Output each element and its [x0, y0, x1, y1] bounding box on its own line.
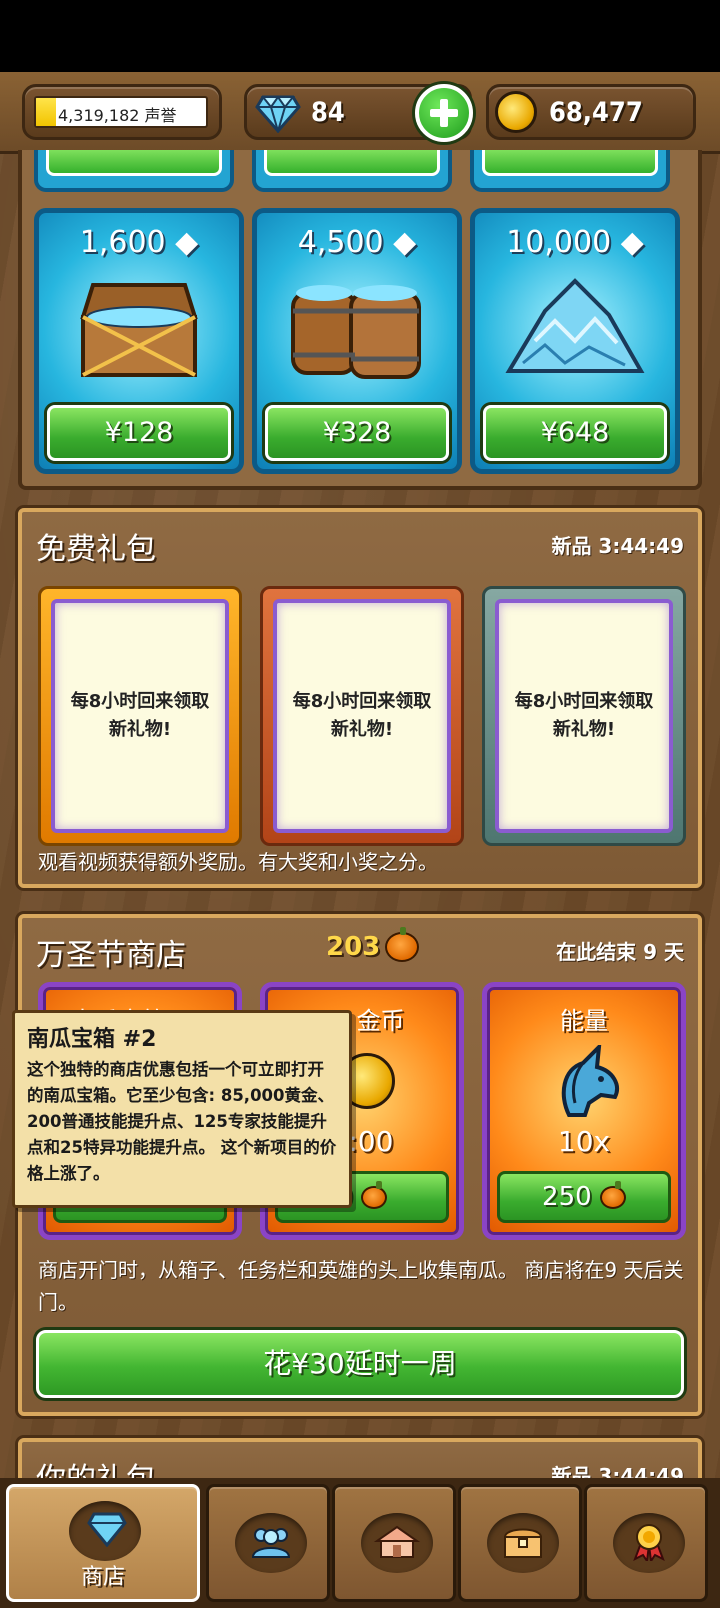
add-gems-button[interactable]: [415, 84, 473, 142]
reputation-fill: [36, 98, 57, 126]
gem-pack-4500[interactable]: 4,500 ◆ ¥328: [252, 208, 462, 474]
bottom-nav: 商店: [0, 1478, 720, 1608]
free-gifts-description: 观看视频获得额外奖励。有大奖和小奖之分。: [38, 850, 438, 874]
halloween-item-energy[interactable]: 能量 10x 250: [482, 982, 686, 1240]
status-bar: [0, 0, 720, 72]
gem-pack-partial-3[interactable]: [470, 150, 670, 192]
gem-icon: [87, 1512, 127, 1547]
gem-icon: ◆: [393, 225, 417, 260]
free-gifts-timer: 新品 3:44:49: [551, 534, 684, 558]
treasure-chest-icon: [80, 283, 198, 377]
gem-pack-partial-price-3[interactable]: [482, 150, 658, 176]
buy-gem-pack-1600-button[interactable]: ¥128: [47, 405, 231, 461]
town-icon: [373, 1525, 421, 1558]
buy-gem-pack-10000-button[interactable]: ¥648: [483, 405, 667, 461]
gem-pack-10000[interactable]: 10,000 ◆ ¥648: [470, 208, 680, 474]
reputation-pill[interactable]: 4,319,182 声誉: [22, 84, 222, 140]
tab-chest[interactable]: [458, 1484, 582, 1602]
reputation-label: 4,319,182 声誉: [58, 106, 177, 125]
tooltip-body: 这个独特的商店优惠包括一个可立即打开的南瓜宝箱。它至少包含: 85,000黄金、…: [27, 1060, 337, 1183]
currency-bar: 4,319,182 声誉 84 68,477: [0, 72, 720, 154]
tab-shop-label: 商店: [80, 1565, 125, 1590]
free-gift-card-3[interactable]: 每8小时回来领取新礼物!: [482, 586, 686, 846]
free-gifts-panel: 免费礼包 新品 3:44:49 每8小时回来领取新礼物! 每8小时回来领取新礼物…: [18, 508, 702, 888]
medal-icon: [633, 1524, 665, 1561]
gem-pack-partial-2[interactable]: [252, 150, 452, 192]
gold-coin-icon: [495, 91, 537, 133]
pumpkin-icon: [361, 1181, 388, 1209]
buy-gem-pack-4500-button[interactable]: ¥328: [265, 405, 449, 461]
extend-shop-button[interactable]: 花¥30延时一周: [36, 1330, 684, 1398]
halloween-shop-description: 商店开门时，从箱子、任务栏和英雄的头上收集南瓜。 商店将在9 天后关门。: [38, 1258, 684, 1314]
free-gift-card-text: 每8小时回来领取新礼物!: [51, 599, 229, 833]
gem-pack-amount: 4,500 ◆: [257, 225, 457, 260]
tab-heroes[interactable]: [206, 1484, 330, 1602]
free-gift-card-1[interactable]: 每8小时回来领取新礼物!: [38, 586, 242, 846]
gold-count: 68,477: [549, 97, 643, 128]
free-gift-card-2[interactable]: 每8小时回来领取新礼物!: [260, 586, 464, 846]
free-gift-card-text: 每8小时回来领取新礼物!: [273, 599, 451, 833]
tooltip-title: 南瓜宝箱 #2: [27, 1027, 157, 1052]
gem-icon: [255, 95, 301, 133]
heroes-icon: [251, 1528, 291, 1558]
gem-pack-partial-price-2[interactable]: [264, 150, 440, 176]
gem-pack-amount-value: 10,000: [506, 225, 612, 260]
free-gift-card-text: 每8小时回来领取新礼物!: [495, 599, 673, 833]
gem-pack-partial-price-1[interactable]: [46, 150, 222, 176]
halloween-shop-title: 万圣节商店: [36, 938, 186, 973]
halloween-shop-ends: 在此结束 9 天: [556, 940, 684, 964]
tab-achievements[interactable]: [584, 1484, 708, 1602]
pumpkin-chest-tooltip: 南瓜宝箱 #2 这个独特的商店优惠包括一个可立即打开的南瓜宝箱。它至少包含: 8…: [12, 1010, 352, 1208]
pumpkin-icon: [599, 1181, 626, 1209]
free-gifts-title: 免费礼包: [36, 532, 156, 567]
halloween-item-quantity: 10x: [557, 1125, 611, 1158]
chest-icon: [503, 1528, 543, 1558]
gem-icon: ◆: [175, 225, 199, 260]
pumpkin-count: 203: [326, 932, 381, 962]
gem-pack-amount: 1,600 ◆: [39, 225, 239, 260]
pumpkin-icon: [385, 927, 420, 962]
gem-pack-amount: 10,000 ◆: [475, 225, 675, 260]
tab-town[interactable]: [332, 1484, 456, 1602]
gem-pack-partial-1[interactable]: [34, 150, 234, 192]
gem-pack-amount-value: 4,500: [297, 225, 384, 260]
buy-energy-button[interactable]: 250: [497, 1171, 671, 1223]
barrels-icon: [291, 285, 421, 379]
gem-pile-icon: [505, 278, 645, 373]
gem-count: 84: [311, 97, 345, 128]
gem-pack-1600[interactable]: 1,600 ◆ ¥128: [34, 208, 244, 474]
price-value: 250: [542, 1182, 592, 1212]
reputation-bar: 4,319,182 声誉: [34, 96, 208, 128]
gem-icon: ◆: [620, 225, 644, 260]
pumpkin-counter: 203: [326, 927, 420, 962]
halloween-item-title: 能量: [560, 1007, 608, 1035]
unicorn-icon: [561, 1045, 619, 1117]
tab-shop[interactable]: 商店: [6, 1484, 200, 1602]
gem-pack-amount-value: 1,600: [79, 225, 166, 260]
